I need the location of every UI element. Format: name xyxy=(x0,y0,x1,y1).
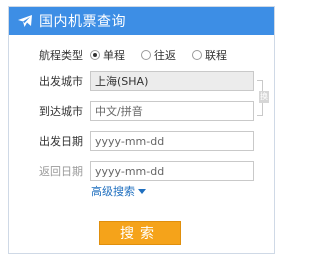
depart-date-label: 出发日期 xyxy=(39,135,83,148)
return-date-label: 返回日期 xyxy=(39,165,83,178)
trip-type-one-way[interactable]: 单程 xyxy=(90,47,125,63)
search-button[interactable]: 搜索 xyxy=(99,221,181,245)
depart-date-row: 出发日期 xyxy=(9,130,274,152)
radio-checked-icon[interactable] xyxy=(90,50,100,60)
from-city-row: 出发城市 xyxy=(9,70,274,92)
panel-title: 国内机票查询 xyxy=(39,14,126,30)
trip-type-row: 航程类型 单程 往返 联程 xyxy=(9,44,274,66)
advanced-search-label: 高级搜索 xyxy=(91,185,135,198)
to-city-input[interactable] xyxy=(90,101,254,121)
caret-down-icon xyxy=(138,188,146,194)
radio-unchecked-icon[interactable] xyxy=(192,50,202,60)
return-date-input[interactable] xyxy=(90,161,254,181)
to-city-label: 到达城市 xyxy=(39,105,83,118)
trip-type-one-way-label: 单程 xyxy=(103,49,125,62)
plane-icon xyxy=(18,15,32,27)
flight-search-panel: 国内机票查询 航程类型 单程 往返 联程 出发城市 换 到达城市 出发日期 xyxy=(8,6,275,254)
panel-header: 国内机票查询 xyxy=(9,7,274,35)
from-city-input[interactable] xyxy=(90,71,254,91)
return-date-row: 返回日期 xyxy=(9,160,274,182)
advanced-search-link[interactable]: 高级搜索 xyxy=(91,183,146,199)
trip-type-radio-group: 单程 往返 联程 xyxy=(90,44,243,66)
trip-type-round-trip-label: 往返 xyxy=(154,49,176,62)
radio-unchecked-icon[interactable] xyxy=(141,50,151,60)
trip-type-multi-city-label: 联程 xyxy=(205,49,227,62)
depart-date-input[interactable] xyxy=(90,131,254,151)
trip-type-label: 航程类型 xyxy=(39,49,83,62)
trip-type-multi-city[interactable]: 联程 xyxy=(192,47,227,63)
to-city-row: 到达城市 xyxy=(9,100,274,122)
trip-type-round-trip[interactable]: 往返 xyxy=(141,47,176,63)
from-city-label: 出发城市 xyxy=(39,75,83,88)
